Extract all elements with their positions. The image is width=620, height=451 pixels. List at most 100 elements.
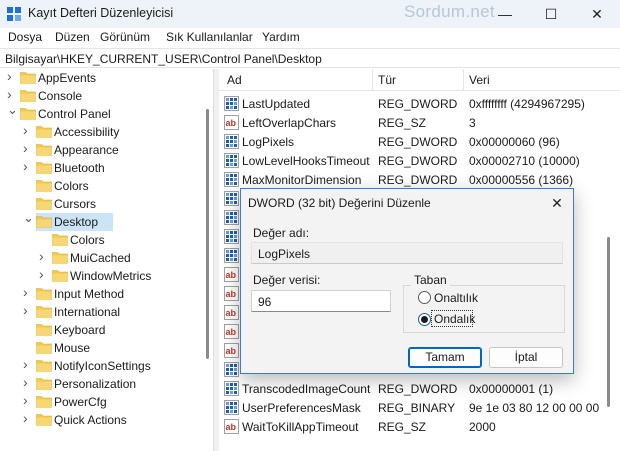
menu-dosya[interactable]: Dosya: [8, 30, 42, 44]
tree-item-mouse[interactable]: Mouse: [0, 339, 200, 357]
chevron-right-icon[interactable]: ›: [7, 87, 17, 101]
column-separator[interactable]: [372, 69, 373, 91]
column-header-type[interactable]: Tür: [378, 73, 396, 87]
column-header-data[interactable]: Veri: [469, 73, 490, 87]
tree-scrollbar-thumb[interactable]: [206, 109, 209, 359]
tree-item-label[interactable]: NotifyIconSettings: [54, 359, 151, 373]
tree-item-windowmetrics[interactable]: › WindowMetrics: [0, 267, 200, 285]
chevron-right-icon[interactable]: ›: [23, 411, 33, 425]
tree-item-label[interactable]: Colors: [54, 179, 89, 193]
table-row[interactable]: MaxMonitorDimension REG_DWORD 0x00000556 (…: [219, 170, 620, 189]
table-row[interactable]: LastUpdated REG_DWORD 0xffffffff (42949672…: [219, 94, 620, 113]
value-name-cell: WaitToKillAppTimeout: [242, 420, 359, 434]
radio-hexadecimal[interactable]: [418, 291, 431, 304]
tree-item-label[interactable]: Control Panel: [38, 107, 111, 121]
tree-item-label[interactable]: Bluetooth: [54, 161, 105, 175]
folder-icon: [20, 90, 36, 102]
regedit-app-icon: [7, 7, 21, 21]
tree-item-input-method[interactable]: › Input Method: [0, 285, 200, 303]
tree-item-notifyiconsettings[interactable]: › NotifyIconSettings: [0, 357, 200, 375]
folder-icon: [36, 360, 52, 372]
tree-item-label[interactable]: Desktop: [54, 215, 98, 229]
tree-item-label[interactable]: Colors: [70, 233, 105, 247]
ok-button[interactable]: Tamam: [408, 347, 482, 368]
tree-item-international[interactable]: › International: [0, 303, 200, 321]
chevron-right-icon[interactable]: ›: [39, 267, 49, 281]
chevron-right-icon[interactable]: ›: [23, 303, 33, 317]
chevron-down-icon[interactable]: ⌄: [23, 211, 34, 224]
tree-item-label[interactable]: PowerCfg: [54, 395, 107, 409]
value-data-input[interactable]: 96: [251, 290, 391, 312]
tree-item-control-panel[interactable]: ⌄ Control Panel: [0, 103, 200, 123]
list-scrollbar-thumb[interactable]: [607, 237, 610, 407]
close-button[interactable]: ✕: [574, 0, 620, 28]
table-row[interactable]: TranscodedImageCount REG_DWORD 0x00000001 …: [219, 379, 620, 398]
cancel-button[interactable]: İptal: [489, 347, 563, 368]
tree-item-appevents[interactable]: › AppEvents: [0, 69, 200, 87]
menu-sik-kullanilanlar[interactable]: Sık Kullanılanlar: [166, 30, 253, 44]
tree-item-label[interactable]: Mouse: [54, 341, 90, 355]
menu-duzen[interactable]: Düzen: [55, 30, 90, 44]
table-row[interactable]: LowLevelHooksTimeout REG_DWORD 0x00002710 …: [219, 151, 620, 170]
radio-hexadecimal-label[interactable]: Onaltılık: [434, 291, 478, 305]
tree-item-colors[interactable]: Colors: [0, 177, 200, 195]
tree-item-label[interactable]: AppEvents: [38, 71, 96, 85]
svg-text:ab: ab: [226, 422, 237, 432]
tree-item-quick-actions[interactable]: › Quick Actions: [0, 411, 200, 429]
tree-item-console[interactable]: › Console: [0, 87, 200, 105]
chevron-right-icon[interactable]: ›: [23, 357, 33, 371]
tree-item-label[interactable]: Quick Actions: [54, 413, 127, 427]
maximize-button[interactable]: ☐: [528, 0, 574, 28]
list-scrollbar[interactable]: [603, 92, 613, 442]
chevron-right-icon[interactable]: ›: [23, 393, 33, 407]
tree-item-desktop[interactable]: ⌄ Desktop: [0, 211, 200, 231]
table-row[interactable]: UserPreferencesMask REG_BINARY 9e 1e 03 80…: [219, 398, 620, 417]
tree-item-label[interactable]: Console: [38, 89, 82, 103]
tree-item-bluetooth[interactable]: › Bluetooth: [0, 159, 200, 177]
value-name-cell: LogPixels: [242, 135, 295, 149]
chevron-right-icon[interactable]: ›: [39, 249, 49, 263]
tree-item-keyboard[interactable]: Keyboard: [0, 321, 200, 339]
tree-item-label[interactable]: Accessibility: [54, 125, 119, 139]
tree-item-label[interactable]: Input Method: [54, 287, 124, 301]
chevron-right-icon[interactable]: ›: [23, 141, 33, 155]
tree-item-label[interactable]: Keyboard: [54, 323, 105, 337]
value-data-label: Değer verisi:: [253, 273, 321, 287]
chevron-right-icon[interactable]: ›: [23, 375, 33, 389]
tree-item-label[interactable]: Cursors: [54, 197, 96, 211]
radio-decimal-label[interactable]: Ondalık: [434, 312, 475, 326]
value-type-cell: REG_SZ: [378, 116, 427, 130]
menu-yardim[interactable]: Yardım: [262, 30, 300, 44]
dialog-close-icon[interactable]: ✕: [545, 193, 569, 213]
table-row[interactable]: ab LeftOverlapChars REG_SZ 3: [219, 113, 620, 132]
address-path[interactable]: Bilgisayar\HKEY_CURRENT_USER\Control Pan…: [5, 52, 322, 66]
tree-item-label[interactable]: Appearance: [54, 143, 119, 157]
chevron-right-icon[interactable]: ›: [23, 159, 33, 173]
tree-item-personalization[interactable]: › Personalization: [0, 375, 200, 393]
tree-item-label[interactable]: Personalization: [54, 377, 136, 391]
chevron-right-icon[interactable]: ›: [7, 69, 17, 83]
folder-icon: [52, 234, 68, 246]
tree-item-label[interactable]: WindowMetrics: [70, 269, 151, 283]
tree-item-powercfg[interactable]: › PowerCfg: [0, 393, 200, 411]
folder-icon: [52, 270, 68, 282]
table-row[interactable]: ab WaitToKillAppTimeout REG_SZ 2000: [219, 417, 620, 436]
table-row[interactable]: LogPixels REG_DWORD 0x00000060 (96): [219, 132, 620, 151]
tree-item-muicached[interactable]: › MuiCached: [0, 249, 200, 267]
column-separator[interactable]: [463, 69, 464, 91]
address-bar[interactable]: Bilgisayar\HKEY_CURRENT_USER\Control Pan…: [0, 48, 620, 68]
chevron-right-icon[interactable]: ›: [23, 285, 33, 299]
tree-item-label[interactable]: International: [54, 305, 120, 319]
tree-item-appearance[interactable]: › Appearance: [0, 141, 200, 159]
tree-scrollbar[interactable]: [202, 69, 212, 451]
column-header-name[interactable]: Ad: [227, 73, 242, 87]
radio-decimal[interactable]: [418, 313, 431, 326]
tree-item-label[interactable]: MuiCached: [70, 251, 131, 265]
menu-gorunum[interactable]: Görünüm: [100, 30, 150, 44]
chevron-right-icon[interactable]: ›: [23, 123, 33, 137]
minimize-button[interactable]: —: [482, 0, 528, 28]
tree-item-colors[interactable]: Colors: [0, 231, 200, 249]
chevron-down-icon[interactable]: ⌄: [7, 103, 18, 116]
value-data-text[interactable]: 96: [258, 295, 271, 309]
tree-item-accessibility[interactable]: › Accessibility: [0, 123, 200, 141]
